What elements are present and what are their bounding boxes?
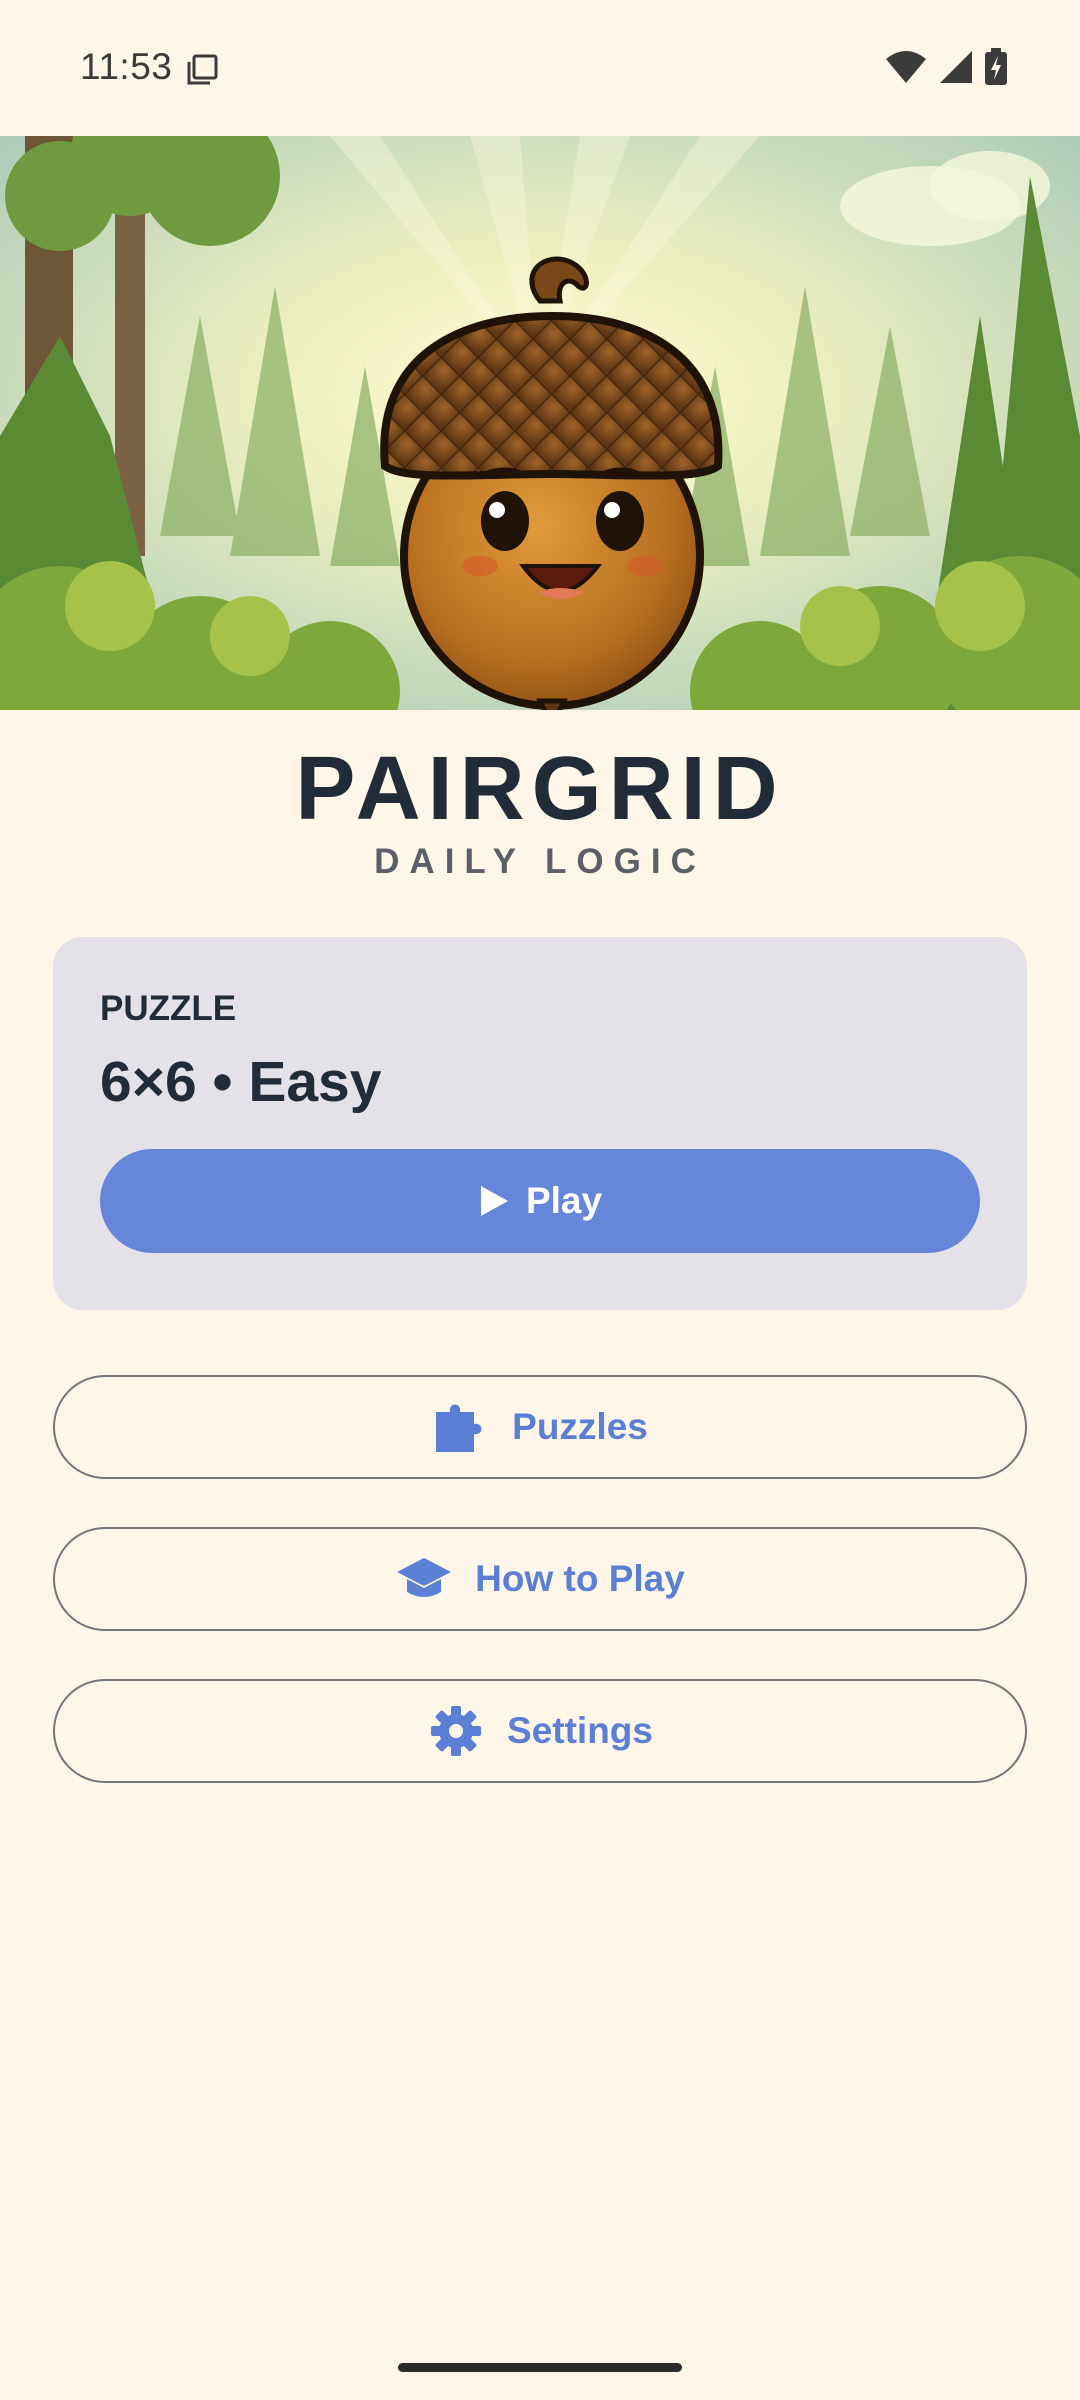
app-title: PAIRGRID [295, 739, 785, 839]
status-icons [884, 48, 1008, 86]
gear-icon [427, 1702, 485, 1760]
puzzle-label: PUZZLE [100, 989, 237, 1028]
acorn-mascot-image [0, 136, 1080, 710]
play-button[interactable]: Play [100, 1149, 980, 1253]
puzzles-button-label: Puzzles [512, 1406, 648, 1447]
graduation-cap-icon [395, 1550, 453, 1608]
play-icon [480, 1186, 508, 1216]
settings-button-label: Settings [507, 1710, 653, 1751]
puzzle-card: PUZZLE 6×6 • Easy Play [53, 937, 1027, 1310]
app-subtitle: DAILY LOGIC [374, 842, 706, 881]
screenshot-copy-icon [187, 54, 218, 85]
battery-charging-icon [985, 48, 1007, 85]
puzzle-size-difficulty: 6×6 • Easy [100, 1050, 382, 1114]
settings-button[interactable]: Settings [53, 1679, 1027, 1783]
cellular-signal-icon [940, 51, 972, 83]
puzzle-piece-icon [432, 1398, 490, 1456]
home-indicator[interactable] [398, 2363, 682, 2372]
puzzles-button[interactable]: Puzzles [53, 1375, 1027, 1479]
status-time: 11:53 [80, 46, 173, 87]
how-to-play-button-label: How to Play [475, 1558, 685, 1599]
status-bar: 11:53 [0, 0, 1080, 136]
wifi-icon [886, 51, 926, 83]
how-to-play-button[interactable]: How to Play [53, 1527, 1027, 1631]
hero-banner [0, 136, 1080, 710]
play-button-label: Play [525, 1180, 603, 1221]
